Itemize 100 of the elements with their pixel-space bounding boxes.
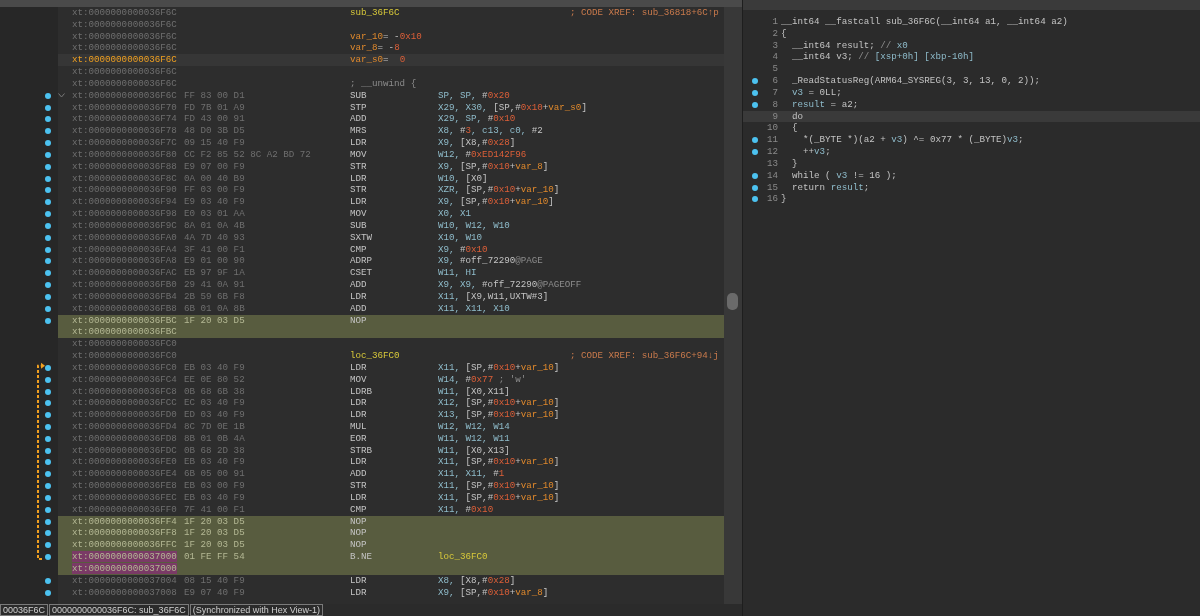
operands: X10, W10 xyxy=(438,231,483,244)
address-text: xt:0000000000036F6C xyxy=(72,66,177,78)
opcode-bytes: EB 03 40 F9 xyxy=(184,361,245,373)
operands: X9, #0x10 xyxy=(438,243,488,256)
address-text: xt:0000000000036FCC xyxy=(72,397,177,409)
operands: W12, #0xED142F96 xyxy=(438,148,527,161)
address-text: xt:0000000000036FD0 xyxy=(72,409,177,421)
mnemonic: LDR xyxy=(350,409,367,421)
mnemonic: MOV xyxy=(350,148,367,160)
code-line: _ReadStatusReg(ARM64_SYSREG(3, 3, 13, 0, 2)); xyxy=(791,75,1041,87)
address-text: xt:0000000000036F94 xyxy=(72,196,177,208)
opcode-bytes: EB 03 40 F9 xyxy=(184,456,245,468)
xref-comment: ; CODE XREF: sub_36818+6C↑p xyxy=(570,7,719,19)
operands: X9, [SP,#0x10+var_8] xyxy=(438,160,549,173)
code-line: *(_BYTE *)(a2 + v3) ^= 0x77 * (_BYTE)v3; xyxy=(802,134,1024,147)
mnemonic: ADRP xyxy=(350,255,373,267)
line-number: 3 xyxy=(772,39,779,52)
opcode-bytes: FD 7B 01 A9 xyxy=(184,101,245,113)
address-text: xt:0000000000036FA8 xyxy=(72,255,177,267)
operands: W10, [X0] xyxy=(438,172,488,185)
mnemonic: SXTW xyxy=(350,231,373,243)
address-text: xt:0000000000036FBC xyxy=(72,314,177,326)
status-field: 00036F6C xyxy=(0,604,49,616)
address-text: xt:0000000000036F98 xyxy=(72,208,177,220)
operands: W12, W12, W14 xyxy=(438,421,510,433)
mnemonic: MRS xyxy=(350,125,367,137)
operands: loc_36FC0 xyxy=(438,551,488,563)
operands: X11, [SP,#0x10+var_10] xyxy=(438,491,560,504)
operands: X9, X9, #off_72290@PAGEOFF xyxy=(438,279,582,291)
mnemonic: EOR xyxy=(350,432,367,444)
mnemonic: NOP xyxy=(350,314,367,326)
address-text: xt:0000000000036F6C xyxy=(72,42,177,54)
mnemonic: LDR xyxy=(350,361,367,373)
listing-row[interactable]: xt:0000000000036FBC xyxy=(58,326,724,339)
code-label[interactable]: sub_36F6C xyxy=(350,7,400,18)
opcode-bytes: EB 03 40 F9 xyxy=(184,491,245,503)
address-text: xt:0000000000036F78 xyxy=(72,125,177,137)
operands: X11, X11, #1 xyxy=(438,468,505,481)
operands: X13, [SP,#0x10+var_10] xyxy=(438,409,560,421)
operands: X9, [SP,#0x10+var_8] xyxy=(438,586,549,599)
operands: W10, W12, W10 xyxy=(438,219,510,232)
mnemonic: MOV xyxy=(350,373,367,385)
mnemonic: CMP xyxy=(350,243,367,255)
collapse-icon[interactable] xyxy=(58,93,65,99)
address-text: xt:0000000000036FAC xyxy=(72,267,177,279)
mnemonic: NOP xyxy=(350,515,367,527)
address-text: xt:0000000000036F6C xyxy=(72,7,177,18)
line-number: 11 xyxy=(766,134,779,147)
code-line: do xyxy=(791,110,804,123)
operands: X11, [SP,#0x10+var_10] xyxy=(438,480,560,492)
scrollbar[interactable] xyxy=(724,7,742,604)
address-text: xt:0000000000036FDC xyxy=(72,444,177,456)
address-text: xt:0000000000036FE4 xyxy=(72,468,177,480)
opcode-bytes: 1F 20 03 D5 xyxy=(184,515,245,527)
address-text: xt:0000000000036FC0 xyxy=(72,361,177,373)
address-text: xt:0000000000036FD8 xyxy=(72,432,177,444)
mnemonic: B.NE xyxy=(350,551,373,563)
address-text: xt:0000000000037008 xyxy=(72,586,177,598)
code-line: } xyxy=(781,193,787,206)
operands: W11, [X0,X13] xyxy=(438,444,510,457)
address-text: xt:0000000000037004 xyxy=(72,574,177,586)
address-text: xt:0000000000036FE0 xyxy=(72,456,177,468)
code-line: result = a2; xyxy=(791,98,859,111)
operands: X11, [X9,W11,UXTW#3] xyxy=(438,290,549,303)
line-number: 4 xyxy=(772,51,779,64)
mnemonic: CSET xyxy=(350,267,373,279)
opcode-bytes: E9 03 40 F9 xyxy=(184,196,245,208)
mnemonic: NOP xyxy=(350,539,367,551)
line-number: 16 xyxy=(766,193,779,206)
mnemonic: STR xyxy=(350,184,367,196)
operands: X11, #0x10 xyxy=(438,503,494,516)
address-text: xt:0000000000036FB4 xyxy=(72,290,177,302)
address-text: xt:0000000000036FB8 xyxy=(72,302,177,314)
address-text: xt:0000000000037000 xyxy=(72,562,177,574)
mnemonic: ADD xyxy=(350,113,367,125)
listing-row[interactable]: xt:0000000000036F6C var_s0= 0 xyxy=(58,54,724,67)
opcode-bytes: 01 FE FF 54 xyxy=(184,551,245,563)
address-text: xt:0000000000036FBC xyxy=(72,326,177,338)
address-text: xt:0000000000036FEC xyxy=(72,491,177,503)
mnemonic: ADD xyxy=(350,279,367,291)
mnemonic: LDR xyxy=(350,586,367,598)
mnemonic: LDR xyxy=(350,290,367,302)
mnemonic: NOP xyxy=(350,527,367,539)
mnemonic: CMP xyxy=(350,503,367,515)
address-text: xt:0000000000036F74 xyxy=(72,113,177,125)
line-number: 12 xyxy=(766,146,779,158)
code-line: __int64 __fastcall sub_36F6C(__int64 a1, __int64 a2) xyxy=(781,16,1068,28)
address-text: xt:0000000000036FF4 xyxy=(72,515,177,527)
scrollbar-thumb[interactable] xyxy=(727,293,738,310)
code-line: return result; xyxy=(791,181,870,194)
code-line: v3 = 0LL; xyxy=(791,86,842,99)
operands: W11, HI xyxy=(438,267,477,280)
operands: X8, [X8,#0x28] xyxy=(438,574,516,587)
operands: X9, [SP,#0x10+var_10] xyxy=(438,196,554,209)
code-line: ++v3; xyxy=(802,146,831,158)
code-label[interactable]: loc_36FC0 xyxy=(350,350,400,361)
opcode-bytes: EC 03 40 F9 xyxy=(184,397,245,409)
address-text: xt:0000000000036FF0 xyxy=(72,503,177,515)
operands: W14, #0x77 ; 'w' xyxy=(438,373,527,386)
opcode-bytes: 1F 20 03 D5 xyxy=(184,527,245,539)
